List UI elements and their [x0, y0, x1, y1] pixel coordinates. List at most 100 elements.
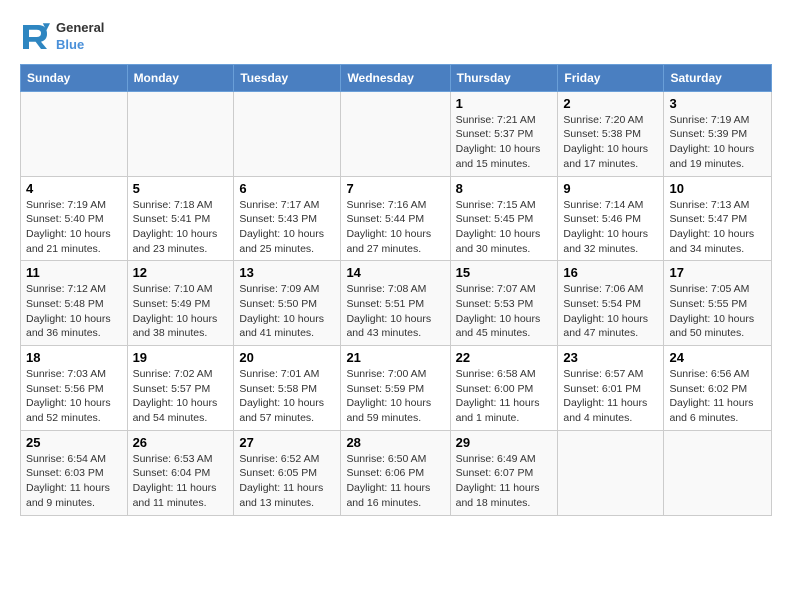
- day-info: Sunrise: 7:03 AMSunset: 5:56 PMDaylight:…: [26, 367, 122, 426]
- logo-blue-text: Blue: [56, 37, 104, 54]
- day-number: 8: [456, 181, 553, 196]
- week-row-4: 18 Sunrise: 7:03 AMSunset: 5:56 PMDayligh…: [21, 346, 772, 431]
- header-cell-friday: Friday: [558, 64, 664, 91]
- day-cell: 11 Sunrise: 7:12 AMSunset: 5:48 PMDayligh…: [21, 261, 128, 346]
- day-info: Sunrise: 7:19 AMSunset: 5:39 PMDaylight:…: [669, 113, 766, 172]
- day-cell: 10Sunrise: 7:13 AMSunset: 5:47 PMDayligh…: [664, 176, 772, 261]
- day-number: 10: [669, 181, 766, 196]
- day-number: 14: [346, 265, 444, 280]
- day-info: Sunrise: 6:50 AMSunset: 6:06 PMDaylight:…: [346, 452, 444, 511]
- day-cell: 18 Sunrise: 7:03 AMSunset: 5:56 PMDayligh…: [21, 346, 128, 431]
- day-number: 20: [239, 350, 335, 365]
- day-cell: [21, 91, 128, 176]
- day-cell: 20 Sunrise: 7:01 AMSunset: 5:58 PMDayligh…: [234, 346, 341, 431]
- day-number: 3: [669, 96, 766, 111]
- header-cell-saturday: Saturday: [664, 64, 772, 91]
- calendar-body: 1Sunrise: 7:21 AMSunset: 5:37 PMDaylight…: [21, 91, 772, 515]
- calendar-header: SundayMondayTuesdayWednesdayThursdayFrid…: [21, 64, 772, 91]
- day-cell: 3 Sunrise: 7:19 AMSunset: 5:39 PMDaylight…: [664, 91, 772, 176]
- day-cell: 14 Sunrise: 7:08 AMSunset: 5:51 PMDayligh…: [341, 261, 450, 346]
- day-info: Sunrise: 7:21 AMSunset: 5:37 PMDaylight:…: [456, 113, 553, 172]
- header-row: SundayMondayTuesdayWednesdayThursdayFrid…: [21, 64, 772, 91]
- day-info: Sunrise: 7:01 AMSunset: 5:58 PMDaylight:…: [239, 367, 335, 426]
- calendar-table: SundayMondayTuesdayWednesdayThursdayFrid…: [20, 64, 772, 516]
- day-cell: 12 Sunrise: 7:10 AMSunset: 5:49 PMDayligh…: [127, 261, 234, 346]
- day-info: Sunrise: 7:08 AMSunset: 5:51 PMDaylight:…: [346, 282, 444, 341]
- header-cell-thursday: Thursday: [450, 64, 558, 91]
- day-cell: 15Sunrise: 7:07 AMSunset: 5:53 PMDayligh…: [450, 261, 558, 346]
- day-info: Sunrise: 7:05 AMSunset: 5:55 PMDaylight:…: [669, 282, 766, 341]
- logo-general-text: General: [56, 20, 104, 37]
- day-number: 5: [133, 181, 229, 196]
- day-cell: 23 Sunrise: 6:57 AMSunset: 6:01 PMDayligh…: [558, 346, 664, 431]
- logo: General Blue: [20, 20, 104, 54]
- day-info: Sunrise: 7:17 AMSunset: 5:43 PMDaylight:…: [239, 198, 335, 257]
- day-info: Sunrise: 6:49 AMSunset: 6:07 PMDaylight:…: [456, 452, 553, 511]
- day-cell: 2 Sunrise: 7:20 AMSunset: 5:38 PMDaylight…: [558, 91, 664, 176]
- day-number: 16: [563, 265, 658, 280]
- week-row-1: 1Sunrise: 7:21 AMSunset: 5:37 PMDaylight…: [21, 91, 772, 176]
- day-cell: [664, 430, 772, 515]
- day-number: 6: [239, 181, 335, 196]
- day-info: Sunrise: 7:15 AMSunset: 5:45 PMDaylight:…: [456, 198, 553, 257]
- header-cell-monday: Monday: [127, 64, 234, 91]
- day-number: 21: [346, 350, 444, 365]
- day-info: Sunrise: 7:18 AMSunset: 5:41 PMDaylight:…: [133, 198, 229, 257]
- day-cell: 19 Sunrise: 7:02 AMSunset: 5:57 PMDayligh…: [127, 346, 234, 431]
- day-cell: [558, 430, 664, 515]
- day-info: Sunrise: 7:19 AMSunset: 5:40 PMDaylight:…: [26, 198, 122, 257]
- day-cell: 27Sunrise: 6:52 AMSunset: 6:05 PMDayligh…: [234, 430, 341, 515]
- day-info: Sunrise: 6:54 AMSunset: 6:03 PMDaylight:…: [26, 452, 122, 511]
- day-cell: 13Sunrise: 7:09 AMSunset: 5:50 PMDayligh…: [234, 261, 341, 346]
- day-cell: 9 Sunrise: 7:14 AMSunset: 5:46 PMDaylight…: [558, 176, 664, 261]
- logo-svg: [20, 22, 50, 52]
- day-info: Sunrise: 7:12 AMSunset: 5:48 PMDaylight:…: [26, 282, 122, 341]
- day-cell: 21Sunrise: 7:00 AMSunset: 5:59 PMDayligh…: [341, 346, 450, 431]
- day-cell: [127, 91, 234, 176]
- header-cell-wednesday: Wednesday: [341, 64, 450, 91]
- day-info: Sunrise: 6:57 AMSunset: 6:01 PMDaylight:…: [563, 367, 658, 426]
- day-cell: 28Sunrise: 6:50 AMSunset: 6:06 PMDayligh…: [341, 430, 450, 515]
- day-number: 11: [26, 265, 122, 280]
- day-info: Sunrise: 7:20 AMSunset: 5:38 PMDaylight:…: [563, 113, 658, 172]
- day-info: Sunrise: 7:16 AMSunset: 5:44 PMDaylight:…: [346, 198, 444, 257]
- day-info: Sunrise: 7:02 AMSunset: 5:57 PMDaylight:…: [133, 367, 229, 426]
- day-cell: 16 Sunrise: 7:06 AMSunset: 5:54 PMDayligh…: [558, 261, 664, 346]
- day-cell: 25 Sunrise: 6:54 AMSunset: 6:03 PMDayligh…: [21, 430, 128, 515]
- day-number: 15: [456, 265, 553, 280]
- day-number: 27: [239, 435, 335, 450]
- day-info: Sunrise: 7:06 AMSunset: 5:54 PMDaylight:…: [563, 282, 658, 341]
- day-cell: 24 Sunrise: 6:56 AMSunset: 6:02 PMDayligh…: [664, 346, 772, 431]
- week-row-2: 4 Sunrise: 7:19 AMSunset: 5:40 PMDaylight…: [21, 176, 772, 261]
- week-row-3: 11 Sunrise: 7:12 AMSunset: 5:48 PMDayligh…: [21, 261, 772, 346]
- week-row-5: 25 Sunrise: 6:54 AMSunset: 6:03 PMDayligh…: [21, 430, 772, 515]
- day-number: 17: [669, 265, 766, 280]
- day-cell: 7 Sunrise: 7:16 AMSunset: 5:44 PMDaylight…: [341, 176, 450, 261]
- day-cell: 8 Sunrise: 7:15 AMSunset: 5:45 PMDaylight…: [450, 176, 558, 261]
- day-cell: 26Sunrise: 6:53 AMSunset: 6:04 PMDayligh…: [127, 430, 234, 515]
- day-info: Sunrise: 7:14 AMSunset: 5:46 PMDaylight:…: [563, 198, 658, 257]
- day-number: 19: [133, 350, 229, 365]
- day-number: 23: [563, 350, 658, 365]
- header-cell-sunday: Sunday: [21, 64, 128, 91]
- day-cell: [341, 91, 450, 176]
- day-number: 29: [456, 435, 553, 450]
- day-info: Sunrise: 6:58 AMSunset: 6:00 PMDaylight:…: [456, 367, 553, 426]
- day-cell: 17 Sunrise: 7:05 AMSunset: 5:55 PMDayligh…: [664, 261, 772, 346]
- day-cell: 4 Sunrise: 7:19 AMSunset: 5:40 PMDaylight…: [21, 176, 128, 261]
- day-number: 18: [26, 350, 122, 365]
- day-info: Sunrise: 7:10 AMSunset: 5:49 PMDaylight:…: [133, 282, 229, 341]
- day-number: 25: [26, 435, 122, 450]
- day-number: 9: [563, 181, 658, 196]
- day-number: 12: [133, 265, 229, 280]
- day-cell: 1Sunrise: 7:21 AMSunset: 5:37 PMDaylight…: [450, 91, 558, 176]
- day-number: 7: [346, 181, 444, 196]
- day-info: Sunrise: 7:09 AMSunset: 5:50 PMDaylight:…: [239, 282, 335, 341]
- day-info: Sunrise: 6:56 AMSunset: 6:02 PMDaylight:…: [669, 367, 766, 426]
- day-number: 24: [669, 350, 766, 365]
- day-number: 2: [563, 96, 658, 111]
- day-info: Sunrise: 6:53 AMSunset: 6:04 PMDaylight:…: [133, 452, 229, 511]
- page-header: General Blue: [20, 16, 772, 54]
- day-cell: 29 Sunrise: 6:49 AMSunset: 6:07 PMDayligh…: [450, 430, 558, 515]
- day-number: 4: [26, 181, 122, 196]
